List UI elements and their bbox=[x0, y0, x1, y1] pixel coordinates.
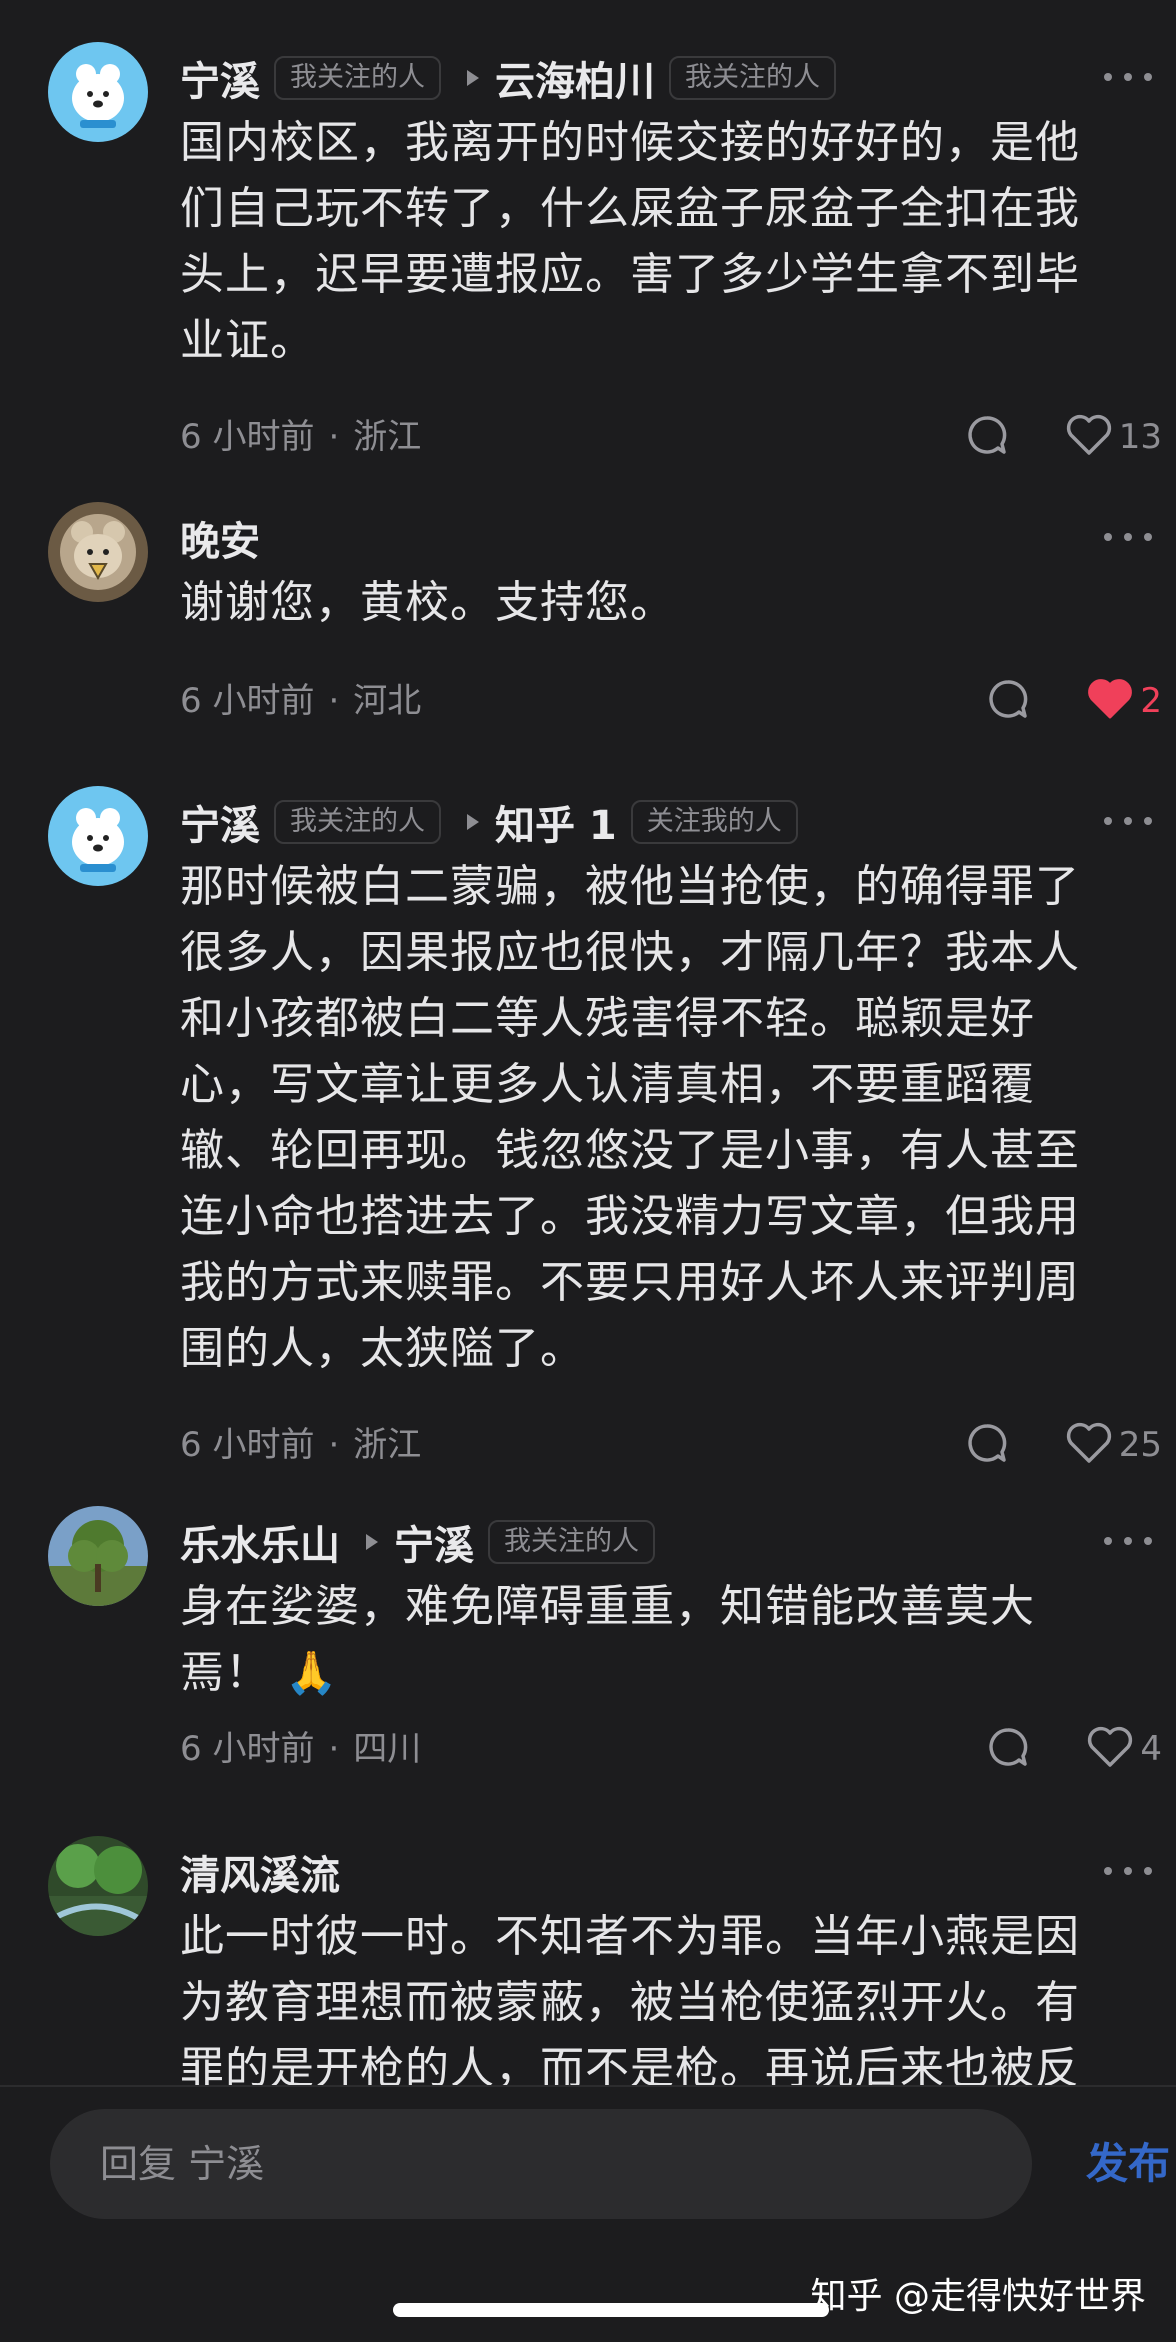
comment-line: 焉！ 🙏 bbox=[180, 1640, 1140, 1706]
reply-bar: 回复 宁溪 发布 知乎 @走得快好世界 bbox=[0, 2085, 1176, 2342]
avatar[interactable] bbox=[48, 1506, 148, 1606]
comment-header: 清风溪流 bbox=[180, 1842, 340, 1902]
comment-line: 围的人，太狭隘了。 bbox=[180, 1323, 585, 1374]
comment-line: 此一时彼一时。不知者不为罪。当年小燕是因 bbox=[180, 1911, 1080, 1962]
heart-icon bbox=[1086, 1725, 1134, 1773]
comment-line: 国内校区，我离开的时候交接的好好的，是他 bbox=[180, 117, 1080, 168]
comment-actions: 25 bbox=[965, 1420, 1162, 1470]
comment-actions: 4 bbox=[986, 1724, 1162, 1774]
comment-header: 宁溪 我关注的人 知乎 1 关注我的人 bbox=[180, 792, 798, 852]
avatar[interactable] bbox=[48, 786, 148, 886]
comment-line: 连小命也搭进去了。我没精力写文章，但我用 bbox=[180, 1191, 1080, 1242]
comment-text: 国内校区，我离开的时候交接的好好的，是他 们自己玩不转了，什么屎盆子尿盆子全扣在… bbox=[180, 110, 1140, 374]
more-dots-icon[interactable] bbox=[1104, 530, 1152, 544]
praying-hands-icon: 🙏 bbox=[285, 1648, 339, 1697]
reply-arrow-icon bbox=[366, 1534, 378, 1550]
comment-time: 6 小时前 bbox=[180, 1425, 315, 1465]
more-dots-icon[interactable] bbox=[1104, 1534, 1152, 1548]
heart-icon bbox=[1065, 413, 1113, 461]
reply-to-name[interactable]: 知乎 1 bbox=[495, 793, 617, 851]
author-tag: 我关注的人 bbox=[274, 56, 441, 100]
reply-input[interactable]: 回复 宁溪 bbox=[50, 2109, 1032, 2219]
comment-line-text: 焉！ bbox=[180, 1647, 270, 1698]
comment-line: 和小孩都被白二等人残害得不轻。聪颖是好 bbox=[180, 993, 1035, 1044]
like-count: 13 bbox=[1118, 417, 1162, 457]
comment-line: 罪的是开枪的人，而不是枪。再说后来也被反 bbox=[180, 2043, 1080, 2085]
more-dots-icon[interactable] bbox=[1104, 814, 1152, 828]
comment-meta: 6 小时前 · 浙江 bbox=[180, 1425, 422, 1465]
comment-meta: 6 小时前 · 浙江 bbox=[180, 417, 422, 457]
more-dots-icon[interactable] bbox=[1104, 70, 1152, 84]
comment-text: 身在娑婆，难免障碍重重，知错能改善莫大 焉！ 🙏 bbox=[180, 1574, 1140, 1706]
comment-location: 浙江 bbox=[353, 417, 422, 457]
comment-actions: 2 bbox=[986, 676, 1162, 726]
reply-to-name[interactable]: 云海柏川 bbox=[495, 49, 655, 107]
comment-bubble-icon[interactable] bbox=[986, 677, 1030, 725]
comment-location: 四川 bbox=[353, 1729, 422, 1769]
comment-line: 身在娑婆，难免障碍重重，知错能改善莫大 bbox=[180, 1581, 1035, 1632]
comment-line: 心，写文章让更多人认清真相，不要重蹈覆 bbox=[180, 1059, 1035, 1110]
comment-text: 谢谢您，黄校。支持您。 bbox=[180, 570, 1140, 636]
comment-line: 那时候被白二蒙骗，被他当抢使，的确得罪了 bbox=[180, 861, 1080, 912]
reply-to-tag: 我关注的人 bbox=[669, 56, 836, 100]
comment-bubble-icon[interactable] bbox=[986, 1725, 1030, 1773]
comment-line: 为教育理想而被蒙蔽，被当枪使猛烈开火。有 bbox=[180, 1977, 1080, 2028]
comment-bubble-icon[interactable] bbox=[965, 413, 1009, 461]
publish-button[interactable]: 发布 bbox=[1086, 2109, 1170, 2219]
comment-text: 那时候被白二蒙骗，被他当抢使，的确得罪了 很多人，因果报应也很快，才隔几年？我本… bbox=[180, 854, 1140, 1382]
comment-bubble-icon[interactable] bbox=[965, 1421, 1009, 1469]
like-count: 25 bbox=[1118, 1425, 1162, 1465]
author-tag: 我关注的人 bbox=[274, 800, 441, 844]
comment-actions: 13 bbox=[965, 412, 1162, 462]
reply-to-tag: 关注我的人 bbox=[630, 800, 798, 844]
reply-to-name[interactable]: 宁溪 bbox=[394, 1513, 474, 1571]
avatar[interactable] bbox=[48, 42, 148, 142]
author-name[interactable]: 晚安 bbox=[180, 509, 260, 567]
heart-icon bbox=[1086, 677, 1134, 725]
comment-header: 晚安 bbox=[180, 508, 260, 568]
comment-header: 宁溪 我关注的人 云海柏川 我关注的人 bbox=[180, 48, 836, 108]
like-button[interactable]: 13 bbox=[1065, 413, 1162, 461]
comment-header: 乐水乐山 宁溪 我关注的人 bbox=[180, 1512, 655, 1572]
comment-time: 6 小时前 bbox=[180, 1729, 315, 1769]
watermark: 知乎 @走得快好世界 bbox=[810, 2276, 1146, 2317]
comment-line: 很多人，因果报应也很快，才隔几年？我本人 bbox=[180, 927, 1080, 978]
comment-time: 6 小时前 bbox=[180, 681, 315, 721]
more-dots-icon[interactable] bbox=[1104, 1864, 1152, 1878]
comment-meta: 6 小时前 · 河北 bbox=[180, 681, 422, 721]
like-button[interactable]: 4 bbox=[1086, 1725, 1162, 1773]
author-name[interactable]: 宁溪 bbox=[180, 793, 260, 851]
comment-line: 业证。 bbox=[180, 315, 315, 366]
comment-line: 谢谢您，黄校。支持您。 bbox=[180, 577, 675, 628]
like-button[interactable]: 25 bbox=[1065, 1421, 1162, 1469]
comment-line: 我的方式来赎罪。不要只用好人坏人来评判周 bbox=[180, 1257, 1080, 1308]
home-indicator[interactable] bbox=[393, 2303, 829, 2317]
comment-line: 们自己玩不转了，什么屎盆子尿盆子全扣在我 bbox=[180, 183, 1080, 234]
comment-feed[interactable]: 宁溪 我关注的人 云海柏川 我关注的人 国内校区，我离开的时候交接的好好的，是他… bbox=[0, 0, 1176, 2085]
reply-arrow-icon bbox=[467, 814, 479, 830]
comment-time: 6 小时前 bbox=[180, 417, 315, 457]
like-button[interactable]: 2 bbox=[1086, 677, 1162, 725]
avatar[interactable] bbox=[48, 502, 148, 602]
like-count: 2 bbox=[1140, 681, 1162, 721]
comment-location: 河北 bbox=[353, 681, 422, 721]
comment-meta: 6 小时前 · 四川 bbox=[180, 1729, 422, 1769]
avatar[interactable] bbox=[48, 1836, 148, 1936]
comment-line: 辙、轮回再现。钱忽悠没了是小事，有人甚至 bbox=[180, 1125, 1080, 1176]
author-name[interactable]: 乐水乐山 bbox=[180, 1513, 340, 1571]
author-name[interactable]: 宁溪 bbox=[180, 49, 260, 107]
heart-icon bbox=[1065, 1421, 1113, 1469]
reply-to-tag: 我关注的人 bbox=[488, 1520, 655, 1564]
author-name[interactable]: 清风溪流 bbox=[180, 1843, 340, 1901]
reply-arrow-icon bbox=[467, 70, 479, 86]
like-count: 4 bbox=[1140, 1729, 1162, 1769]
comment-location: 浙江 bbox=[353, 1425, 422, 1465]
comment-text: 此一时彼一时。不知者不为罪。当年小燕是因 为教育理想而被蒙蔽，被当枪使猛烈开火。… bbox=[180, 1904, 1140, 2085]
comment-line: 头上，迟早要遭报应。害了多少学生拿不到毕 bbox=[180, 249, 1080, 300]
